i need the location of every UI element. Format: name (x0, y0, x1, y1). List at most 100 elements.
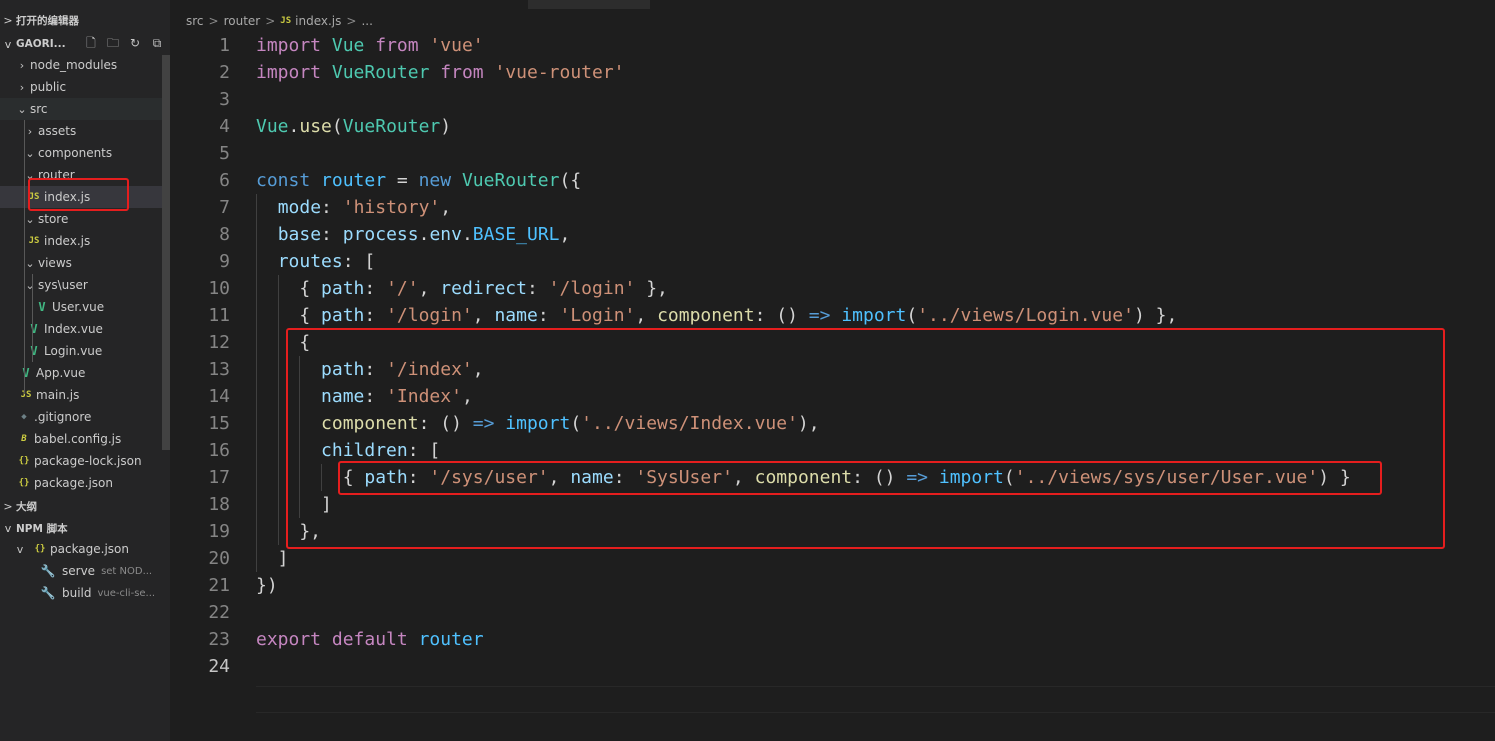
tree-item-label: babel.config.js (34, 432, 122, 446)
new-file-icon[interactable]: 🗋 (84, 36, 98, 50)
tree-file-item[interactable]: {} package-lock.json (0, 450, 162, 472)
tree-item-label: main.js (36, 388, 80, 402)
code-text: { path: '/login', name: 'Login', compone… (256, 305, 1178, 326)
collapse-all-icon[interactable]: ⧉ (150, 36, 164, 50)
npm-script-command: set NOD... (101, 565, 153, 577)
breadcrumb-file[interactable]: index.js (295, 14, 341, 28)
code-line: 11 { path: '/login', name: 'Login', comp… (170, 302, 1495, 329)
chevron-right-icon: > (3, 13, 13, 27)
open-editors-section-header[interactable]: > 打开的编辑器 (0, 9, 170, 31)
npm-script-serve[interactable]: 🔧 serve set NOD... (0, 560, 162, 582)
line-number: 18 (208, 494, 230, 515)
js-file-icon: JS (280, 16, 292, 26)
chevron-right-icon: > (208, 14, 219, 28)
chevron-down-icon: ⌄ (17, 102, 27, 116)
outline-section-header[interactable]: > 大纲 (0, 495, 170, 517)
chevron-right-icon: › (27, 124, 33, 138)
json-file-icon: {} (18, 478, 30, 488)
code-text: ] (256, 548, 289, 569)
tree-file-item[interactable]: Bbabel.config.js (0, 428, 162, 450)
line-number: 10 (208, 278, 230, 299)
vue-file-icon: V (22, 366, 30, 380)
highlight-box-sysuser-route (338, 461, 1382, 495)
explorer-actions: 🗋 🗀 ↻ ⧉ (84, 36, 164, 50)
wrench-icon: 🔧 (40, 586, 56, 600)
line-number: 11 (208, 305, 230, 326)
line-number: 17 (208, 467, 230, 488)
git-file-icon: ◆ (21, 412, 27, 422)
tree-item-label: views (38, 256, 72, 270)
tree-item-label: .gitignore (34, 410, 92, 424)
tree-item-label: store (38, 212, 69, 226)
line-number: 5 (219, 143, 230, 164)
npm-script-name: serve (62, 564, 96, 578)
breadcrumb-symbol[interactable]: ... (361, 14, 372, 28)
line-number: 21 (208, 575, 230, 596)
code-line: 6 const router = new VueRouter({ (170, 167, 1495, 194)
line-number: 4 (219, 116, 230, 137)
chevron-right-icon: > (265, 14, 276, 28)
sidebar-scrollbar-thumb[interactable] (162, 55, 170, 450)
line-number: 19 (208, 521, 230, 542)
line-number: 1 (219, 35, 230, 56)
line-number: 2 (219, 62, 230, 83)
npm-scripts-label: NPM 脚本 (16, 522, 68, 535)
new-folder-icon[interactable]: 🗀 (106, 36, 120, 50)
code-line: 3 (170, 86, 1495, 113)
tree-item-label: index.js (44, 234, 91, 248)
npm-scripts-section-header[interactable]: v NPM 脚本 (0, 517, 170, 539)
line-number: 15 (208, 413, 230, 434)
tree-item-label: src (30, 102, 48, 116)
tree-folder-item[interactable]: › node_modules (0, 54, 162, 76)
indent-guide (277, 275, 279, 545)
line-number: 9 (219, 251, 230, 272)
tree-item-label: package-lock.json (34, 454, 142, 468)
line-number: 6 (219, 170, 230, 191)
line-number: 7 (219, 197, 230, 218)
wrench-icon: 🔧 (40, 564, 56, 578)
npm-package-json-item[interactable]: v {} package.json (0, 538, 162, 560)
code-line: 2 import VueRouter from 'vue-router' (170, 59, 1495, 86)
vue-file-icon: V (38, 300, 46, 314)
line-number: 3 (219, 89, 230, 110)
tree-indent-guide (32, 274, 33, 362)
js-file-icon: JS (20, 390, 32, 400)
line-number: 12 (208, 332, 230, 353)
code-line: 23 export default router (170, 626, 1495, 653)
code-text: Vue.use(VueRouter) (256, 116, 452, 137)
tree-item-label: node_modules (30, 58, 118, 72)
code-line: 24 (170, 653, 1495, 680)
npm-script-command: vue-cli-se... (97, 587, 156, 599)
line-number: 23 (208, 629, 230, 650)
code-text: base: process.env.BASE_URL, (277, 224, 571, 245)
refresh-icon[interactable]: ↻ (128, 36, 142, 50)
editor-tab[interactable] (528, 0, 650, 9)
code-line: 1 import Vue from 'vue' (170, 32, 1495, 59)
code-text: mode: 'history', (277, 197, 452, 218)
tree-file-item[interactable]: ◆ .gitignore (0, 406, 162, 428)
line-number: 22 (208, 602, 230, 623)
tree-folder-item[interactable]: › public (0, 76, 162, 98)
tree-folder-item[interactable]: ⌄ src (0, 98, 162, 120)
babel-file-icon: B (21, 434, 27, 444)
code-text: const router = new VueRouter({ (256, 170, 582, 191)
npm-file-label: package.json (50, 542, 130, 556)
code-text: }) (256, 575, 278, 596)
tree-file-item[interactable]: {} package.json (0, 472, 162, 494)
chevron-right-icon: > (3, 499, 13, 513)
tree-item-label: sys\user (38, 278, 88, 292)
breadcrumb-router[interactable]: router (224, 14, 261, 28)
open-editors-label: 打开的编辑器 (16, 14, 79, 27)
line-number: 13 (208, 359, 230, 380)
chevron-down-icon: v (16, 542, 24, 556)
code-text: { path: '/', redirect: '/login' }, (256, 278, 668, 299)
js-file-icon: JS (28, 236, 40, 246)
code-text: export default router (256, 629, 484, 650)
tree-indent-guide (24, 120, 25, 394)
breadcrumb-src[interactable]: src (186, 14, 204, 28)
line-number: 20 (208, 548, 230, 569)
npm-script-build[interactable]: 🔧 build vue-cli-se... (0, 582, 162, 604)
chevron-down-icon: ⌄ (25, 256, 35, 270)
highlight-box-index-route (286, 328, 1445, 549)
chevron-down-icon: ⌄ (25, 146, 35, 160)
